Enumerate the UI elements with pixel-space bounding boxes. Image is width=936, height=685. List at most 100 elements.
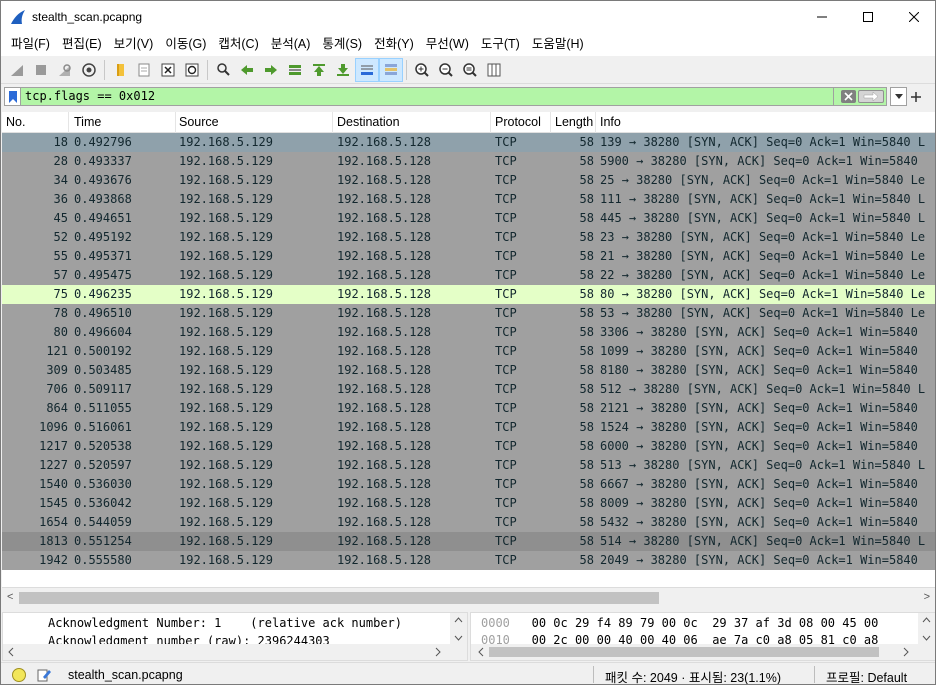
packet-destination: 192.168.5.128 — [337, 306, 431, 320]
menu-analyze[interactable]: 분석(A) — [265, 33, 317, 56]
add-filter-button[interactable] — [907, 87, 925, 106]
bytes-line[interactable]: 0000 00 0c 29 f4 89 79 00 0c 29 37 af 3d… — [471, 613, 935, 630]
column-header-info[interactable]: Info — [596, 112, 935, 133]
packet-row[interactable]: 78 0.496510 192.168.5.129 192.168.5.128 TCP 5… — [2, 304, 935, 323]
packet-bytes-pane[interactable]: 0000 00 0c 29 f4 89 79 00 0c 29 37 af 3d… — [470, 612, 935, 661]
column-header-no[interactable]: No. — [2, 112, 69, 133]
start-capture-button[interactable] — [5, 58, 29, 82]
menu-go[interactable]: 이동(G) — [159, 33, 212, 56]
menu-help[interactable]: 도움말(H) — [526, 33, 590, 56]
clear-filter-button[interactable] — [841, 90, 856, 103]
shark-fin-icon — [11, 64, 23, 76]
minimize-button[interactable] — [799, 1, 845, 33]
packet-row[interactable]: 80 0.496604 192.168.5.129 192.168.5.128 TCP 5… — [2, 323, 935, 342]
capture-options-button[interactable] — [77, 58, 101, 82]
details-vertical-scrollbar[interactable] — [450, 613, 467, 645]
filter-bookmark-button[interactable] — [4, 87, 20, 106]
zoom-out-button[interactable] — [434, 58, 458, 82]
column-header-source[interactable]: Source — [175, 112, 333, 133]
zoom-in-button[interactable] — [410, 58, 434, 82]
packet-row[interactable]: 1540 0.536030 192.168.5.129 192.168.5.128 TC… — [2, 475, 935, 494]
packet-row[interactable]: 1096 0.516061 192.168.5.129 192.168.5.128 TC… — [2, 418, 935, 437]
details-horizontal-scrollbar[interactable] — [3, 644, 467, 660]
maximize-button[interactable] — [845, 1, 891, 33]
packet-row[interactable]: 52 0.495192 192.168.5.129 192.168.5.128 TCP 5… — [2, 228, 935, 247]
packet-row[interactable]: 864 0.511055 192.168.5.129 192.168.5.128 TCP… — [2, 399, 935, 418]
last-packet-button[interactable] — [331, 58, 355, 82]
scroll-left-icon[interactable]: < — [7, 591, 13, 603]
packet-row[interactable]: 34 0.493676 192.168.5.129 192.168.5.128 TCP 5… — [2, 171, 935, 190]
packet-row[interactable]: 18 0.492796 192.168.5.129 192.168.5.128 TCP 5… — [2, 133, 935, 152]
search-icon — [217, 62, 230, 76]
resize-columns-icon — [487, 63, 501, 76]
column-header-time[interactable]: Time — [70, 112, 176, 133]
packet-details-pane[interactable]: Acknowledgment Number: 1 (relative ack n… — [2, 612, 468, 661]
menu-capture[interactable]: 캡처(C) — [212, 33, 264, 56]
packet-row[interactable]: 75 0.496235 192.168.5.129 192.168.5.128 TCP 5… — [2, 285, 935, 304]
save-file-button[interactable] — [132, 58, 156, 82]
main-toolbar — [1, 56, 935, 84]
display-filter-input[interactable]: tcp.flags == 0x012 — [20, 87, 833, 106]
status-profile[interactable]: 프로필: Default — [826, 667, 907, 684]
packet-row[interactable]: 55 0.495371 192.168.5.129 192.168.5.128 TCP 5… — [2, 247, 935, 266]
restart-capture-button[interactable] — [53, 58, 77, 82]
packet-row[interactable]: 121 0.500192 192.168.5.129 192.168.5.128 TCP… — [2, 342, 935, 361]
zoom-normal-button[interactable] — [458, 58, 482, 82]
find-packet-button[interactable] — [211, 58, 235, 82]
packet-row[interactable]: 36 0.493868 192.168.5.129 192.168.5.128 TCP 5… — [2, 190, 935, 209]
colorize-button[interactable] — [379, 57, 403, 82]
bookmark-icon — [8, 90, 17, 103]
go-forward-button[interactable] — [259, 58, 283, 82]
packet-row[interactable]: 1545 0.536042 192.168.5.129 192.168.5.128 TC… — [2, 494, 935, 513]
colorize-icon — [385, 63, 397, 75]
packet-destination: 192.168.5.128 — [337, 230, 431, 244]
menu-file[interactable]: 파일(F) — [5, 33, 56, 56]
packet-row[interactable]: 309 0.503485 192.168.5.129 192.168.5.128 TCP… — [2, 361, 935, 380]
first-packet-button[interactable] — [307, 58, 331, 82]
menu-edit[interactable]: 편집(E) — [56, 33, 108, 56]
capture-comment-button[interactable] — [36, 667, 52, 683]
packet-info: 513 → 38280 [SYN, ACK] Seq=0 Ack=1 Win=5… — [600, 458, 926, 472]
close-file-button[interactable] — [156, 58, 180, 82]
packet-row[interactable]: 1227 0.520597 192.168.5.129 192.168.5.128 TC… — [2, 456, 935, 475]
packet-time: 0.503485 — [74, 363, 132, 377]
resize-columns-button[interactable] — [482, 58, 506, 82]
go-to-packet-button[interactable] — [283, 58, 307, 82]
packet-row[interactable]: 706 0.509117 192.168.5.129 192.168.5.128 TCP… — [2, 380, 935, 399]
packet-row[interactable]: 45 0.494651 192.168.5.129 192.168.5.128 TCP 5… — [2, 209, 935, 228]
scroll-right-icon[interactable]: > — [924, 591, 930, 603]
detail-line[interactable]: Acknowledgment Number: 1 (relative ack n… — [3, 613, 467, 631]
packet-source: 192.168.5.129 — [179, 496, 273, 510]
menu-tools[interactable]: 도구(T) — [475, 33, 526, 56]
expert-info-icon[interactable] — [12, 667, 26, 682]
scrollbar-thumb[interactable] — [19, 592, 659, 604]
bytes-horizontal-scrollbar[interactable] — [471, 644, 935, 660]
menu-telephony[interactable]: 전화(Y) — [368, 33, 420, 56]
packet-row[interactable]: 1217 0.520538 192.168.5.129 192.168.5.128 TC… — [2, 437, 935, 456]
packet-row[interactable]: 1813 0.551254 192.168.5.129 192.168.5.128 TC… — [2, 532, 935, 551]
menu-statistics[interactable]: 통계(S) — [316, 33, 368, 56]
stop-capture-button[interactable] — [29, 58, 53, 82]
apply-filter-button[interactable] — [858, 90, 884, 103]
packet-row[interactable]: 1654 0.544059 192.168.5.129 192.168.5.128 TC… — [2, 513, 935, 532]
packet-row[interactable]: 1942 0.555580 192.168.5.129 192.168.5.128 TC… — [2, 551, 935, 570]
column-header-protocol[interactable]: Protocol — [491, 112, 551, 133]
column-header-destination[interactable]: Destination — [333, 112, 491, 133]
packet-protocol: TCP — [495, 268, 517, 282]
go-back-button[interactable] — [235, 58, 259, 82]
recent-filters-dropdown[interactable] — [890, 87, 907, 106]
close-button[interactable] — [891, 1, 935, 33]
packet-list-scrollbar[interactable]: < > — [2, 587, 935, 607]
auto-scroll-button[interactable] — [355, 57, 379, 82]
menu-view[interactable]: 보기(V) — [108, 33, 160, 56]
menu-wireless[interactable]: 무선(W) — [420, 33, 475, 56]
packet-row[interactable]: 57 0.495475 192.168.5.129 192.168.5.128 TCP 5… — [2, 266, 935, 285]
open-file-button[interactable] — [108, 58, 132, 82]
hex-bytes[interactable]: 00 0c 29 f4 89 79 00 0c 29 37 af 3d 08 0… — [532, 616, 879, 630]
bytes-vertical-scrollbar[interactable] — [918, 613, 935, 645]
packet-no: 28 — [53, 154, 68, 168]
packet-row[interactable]: 28 0.493337 192.168.5.129 192.168.5.128 TCP 5… — [2, 152, 935, 171]
reload-file-button[interactable] — [180, 58, 204, 82]
packet-list-header: No. Time Source Destination Protocol Len… — [2, 112, 935, 133]
column-header-length[interactable]: Length — [551, 112, 596, 133]
